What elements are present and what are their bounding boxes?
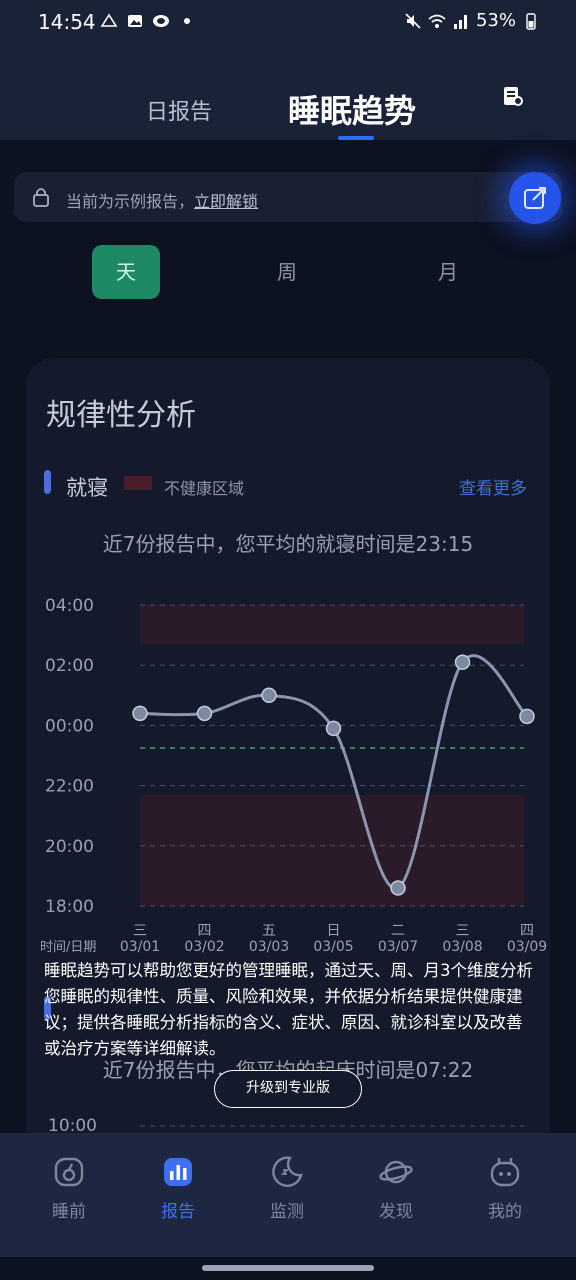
tab-sleep-trend[interactable]: 睡眠趋势 — [288, 86, 416, 132]
nav-item-monitor[interactable]: 监测 — [247, 1155, 327, 1222]
moon-monitor-icon — [272, 1156, 303, 1187]
nav-item-discover[interactable]: 发现 — [356, 1155, 436, 1222]
unhealthy-legend-label: 不健康区域 — [164, 479, 245, 498]
bedtime-average-text: 近7份报告中，您平均的就寝时间是23:15 — [102, 532, 474, 556]
view-more-link[interactable]: 查看更多 — [459, 474, 527, 499]
signal-icon — [453, 14, 467, 29]
image-icon — [128, 15, 142, 27]
lock-icon — [33, 188, 49, 207]
status-bar: 14:54 53% — [0, 0, 576, 48]
nav-label-monitor: 监测 — [270, 1202, 304, 1222]
planet-icon — [379, 1160, 413, 1184]
unlock-link[interactable]: 立即解锁 — [194, 192, 258, 211]
share-button[interactable] — [509, 172, 561, 224]
upgrade-pro-button[interactable]: 升级到专业版 — [214, 1070, 362, 1108]
bedtime-legend-label: 就寝 — [66, 476, 108, 500]
card-title: 规律性分析 — [46, 398, 196, 433]
profile-icon — [490, 1158, 520, 1187]
wifi-icon — [428, 14, 446, 28]
status-time: 14:54 — [38, 10, 96, 34]
share-icon — [524, 187, 546, 209]
nav-item-mine[interactable]: 我的 — [465, 1155, 545, 1222]
report-chart-icon — [164, 1158, 192, 1186]
upgrade-description: 睡眠趋势可以帮助您更好的管理睡眠，通过天、周、月3个维度分析您睡眠的规律性、质量… — [44, 961, 533, 1058]
battery-percent: 53% — [475, 10, 516, 31]
active-tab-indicator — [338, 136, 374, 140]
dot-icon — [184, 18, 190, 24]
battery-icon — [526, 12, 536, 30]
app-icon — [153, 15, 169, 27]
nav-item-report[interactable]: 报告 — [138, 1155, 218, 1222]
segment-week[interactable]: 周 — [253, 245, 321, 299]
unhealthy-legend-swatch — [124, 476, 152, 490]
presleep-icon — [54, 1157, 84, 1187]
sample-report-banner: 当前为示例报告，立即解锁 — [14, 172, 562, 222]
segment-month[interactable]: 月 — [414, 245, 482, 299]
nav-label-mine: 我的 — [488, 1202, 522, 1222]
mute-icon — [405, 12, 421, 29]
notification-icon — [100, 13, 118, 27]
segment-day[interactable]: 天 — [92, 245, 160, 299]
nav-item-presleep[interactable]: 睡前 — [29, 1155, 109, 1222]
nav-label-discover: 发现 — [379, 1202, 413, 1222]
top-header: 日报告 睡眠趋势 — [0, 48, 576, 140]
nav-label-presleep: 睡前 — [52, 1202, 86, 1222]
sample-report-text: 当前为示例报告， — [66, 192, 195, 211]
nav-label-report: 报告 — [161, 1202, 195, 1222]
tab-daily-report[interactable]: 日报告 — [146, 94, 212, 126]
home-indicator[interactable] — [202, 1265, 374, 1271]
bedtime-legend-marker — [44, 470, 51, 494]
bottom-nav: 睡前 报告 监测 发现 我的 — [0, 1133, 576, 1257]
report-doc-icon[interactable] — [502, 86, 524, 108]
